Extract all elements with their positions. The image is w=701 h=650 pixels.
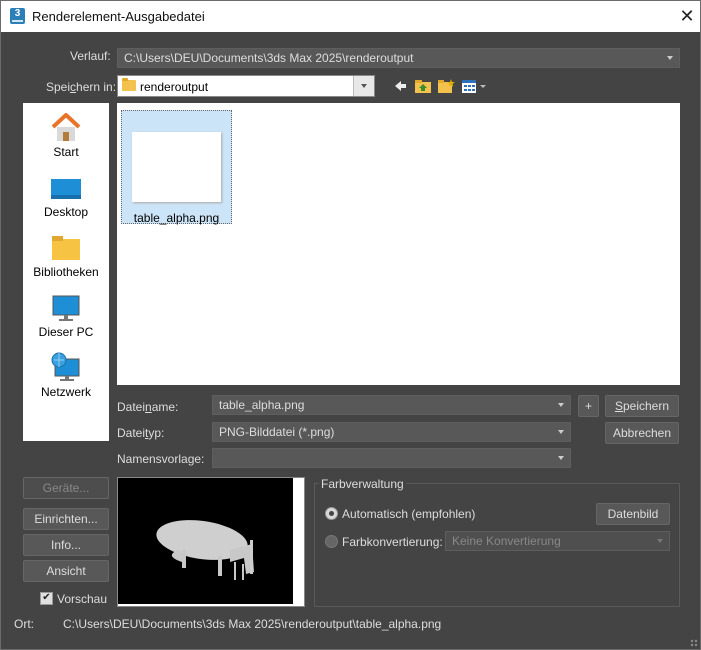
image-preview <box>117 477 305 607</box>
file-name: table_alpha.png <box>133 211 220 225</box>
up-folder-icon[interactable] <box>414 78 432 94</box>
history-label: Verlauf: <box>70 49 111 63</box>
history-value: C:\Users\DEU\Documents\3ds Max 2025\rend… <box>124 51 414 65</box>
save-in-dropdown[interactable]: renderoutput <box>117 75 375 97</box>
place-label: Dieser PC <box>38 325 94 339</box>
place-label: Start <box>53 145 79 159</box>
color-management-title: Farbverwaltung <box>319 477 406 491</box>
save-in-value: renderoutput <box>140 80 209 94</box>
chevron-down-icon <box>667 56 673 60</box>
conversion-radio-label: Farbkonvertierung: <box>342 535 443 549</box>
new-folder-icon[interactable] <box>437 78 455 94</box>
place-label: Netzwerk <box>40 385 91 399</box>
place-this-pc[interactable]: Dieser PC <box>23 285 109 345</box>
devices-button[interactable]: Geräte... <box>23 477 109 499</box>
computer-icon <box>52 295 80 321</box>
conversion-value: Keine Konvertierung <box>452 534 561 548</box>
datenbild-button[interactable]: Datenbild <box>596 503 670 525</box>
location-path: C:\Users\DEU\Documents\3ds Max 2025\rend… <box>63 617 442 631</box>
filename-value: table_alpha.png <box>219 398 305 412</box>
filename-input[interactable]: table_alpha.png <box>212 395 571 415</box>
filetype-value: PNG-Bilddatei (*.png) <box>219 425 335 439</box>
place-libraries[interactable]: Bibliotheken <box>23 225 109 285</box>
auto-radio-label: Automatisch (empfohlen) <box>342 507 476 521</box>
title-bar[interactable]: 3 Renderelement-Ausgabedatei ✕ <box>1 1 700 32</box>
libraries-icon <box>52 236 80 260</box>
filetype-dropdown[interactable]: PNG-Bilddatei (*.png) <box>212 422 571 442</box>
dialog-window: 3 Renderelement-Ausgabedatei ✕ Verlauf: … <box>0 0 701 650</box>
info-button[interactable]: Info... <box>23 534 109 556</box>
plus-button[interactable]: + <box>578 395 599 417</box>
place-network[interactable]: Netzwerk <box>23 345 109 405</box>
place-desktop[interactable]: Desktop <box>23 165 109 225</box>
cancel-button[interactable]: Abbrechen <box>605 422 679 444</box>
conversion-dropdown[interactable]: Keine Konvertierung <box>445 531 670 551</box>
back-arrow-icon[interactable] <box>393 78 407 94</box>
location-label: Ort: <box>14 617 34 631</box>
close-icon[interactable]: ✕ <box>677 6 697 26</box>
filetype-label: Dateityp: <box>117 426 165 440</box>
places-bar: Start Desktop Bibliotheken Dieser PC Net… <box>23 103 109 441</box>
save-in-label: Speichern in: <box>46 80 117 94</box>
history-dropdown[interactable]: C:\Users\DEU\Documents\3ds Max 2025\rend… <box>117 48 680 68</box>
chevron-down-icon <box>558 430 564 434</box>
desktop-icon <box>51 179 81 199</box>
save-button[interactable]: Speichern <box>605 395 679 417</box>
chevron-down-icon <box>558 403 564 407</box>
home-icon <box>51 113 81 141</box>
place-label: Bibliotheken <box>33 265 99 279</box>
template-dropdown[interactable] <box>212 448 571 468</box>
conversion-radio[interactable] <box>325 535 338 548</box>
place-label: Desktop <box>43 205 89 219</box>
preview-render-silhouette <box>156 520 254 580</box>
chevron-down-icon <box>353 76 374 96</box>
chevron-down-icon <box>657 539 663 543</box>
resize-grip-icon[interactable] <box>690 639 698 647</box>
filename-label: Dateiname: <box>117 400 179 414</box>
folder-icon <box>122 78 136 91</box>
network-icon <box>51 352 80 381</box>
window-title: Renderelement-Ausgabedatei <box>32 9 205 24</box>
preview-checkbox[interactable]: ✔ <box>40 592 53 605</box>
setup-button[interactable]: Einrichten... <box>23 508 109 530</box>
file-thumbnail <box>132 132 221 202</box>
file-item[interactable]: table_alpha.png <box>121 110 232 225</box>
file-list[interactable]: table_alpha.png <box>117 103 680 385</box>
view-button[interactable]: Ansicht <box>23 560 109 582</box>
preview-label: Vorschau <box>57 592 108 606</box>
auto-radio[interactable] <box>325 507 338 520</box>
3dsmax-app-icon: 3 <box>10 8 25 24</box>
template-label: Namensvorlage: <box>117 452 205 466</box>
place-start[interactable]: Start <box>23 105 109 165</box>
view-menu-icon[interactable] <box>461 78 487 94</box>
chevron-down-icon <box>558 456 564 460</box>
